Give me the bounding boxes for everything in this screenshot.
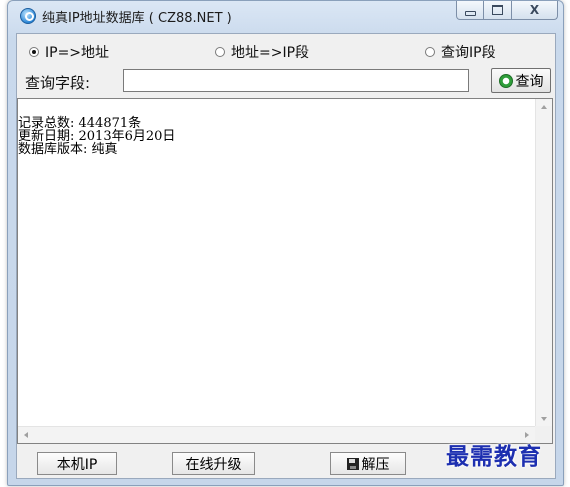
query-button[interactable]: 查询 bbox=[491, 68, 551, 93]
online-upgrade-button[interactable]: 在线升级 bbox=[172, 452, 255, 475]
maximize-button[interactable] bbox=[484, 1, 512, 20]
radio-query-ip-range-dot[interactable] bbox=[425, 47, 435, 57]
search-mode-group: IP=>地址 地址=>IP段 查询IP段 bbox=[17, 40, 555, 64]
floppy-icon bbox=[346, 457, 359, 470]
maximize-icon bbox=[492, 5, 503, 15]
watermark-text: 最需教育 bbox=[446, 443, 542, 470]
refresh-icon bbox=[498, 73, 513, 88]
query-row: 查询字段: 查询 bbox=[17, 68, 555, 94]
radio-query-ip-range[interactable]: 查询IP段 bbox=[425, 42, 496, 62]
app-window: 纯真IP地址数据库 ( CZ88.NET ) X IP=>地址 地址=>IP段 bbox=[7, 0, 564, 486]
scroll-down-icon[interactable] bbox=[541, 417, 547, 421]
scroll-left-icon[interactable] bbox=[24, 432, 28, 438]
scroll-up-icon[interactable] bbox=[541, 105, 547, 109]
radio-ip-to-address[interactable]: IP=>地址 bbox=[29, 42, 109, 62]
decompress-button-label: 解压 bbox=[361, 456, 390, 473]
minimize-button[interactable] bbox=[456, 1, 484, 20]
close-button[interactable]: X bbox=[512, 1, 558, 20]
minimize-icon bbox=[464, 10, 476, 16]
output-area[interactable]: 记录总数: 444871条 更新日期: 2013年6月20日 数据库版本: 纯真 bbox=[17, 98, 553, 444]
query-field-label: 查询字段: bbox=[25, 74, 91, 92]
local-ip-button[interactable]: 本机IP bbox=[37, 452, 117, 475]
vertical-scrollbar[interactable] bbox=[535, 99, 552, 427]
app-icon bbox=[20, 8, 36, 24]
radio-ip-to-address-dot[interactable] bbox=[29, 47, 39, 57]
window-title: 纯真IP地址数据库 ( CZ88.NET ) bbox=[42, 11, 232, 26]
radio-address-to-ip-range[interactable]: 地址=>IP段 bbox=[215, 42, 309, 62]
query-button-label: 查询 bbox=[515, 73, 544, 90]
caption-buttons: X bbox=[456, 1, 558, 21]
close-icon: X bbox=[529, 3, 540, 17]
radio-address-to-ip-range-dot[interactable] bbox=[215, 47, 225, 57]
query-input[interactable] bbox=[123, 69, 469, 92]
output-text: 记录总数: 444871条 更新日期: 2013年6月20日 数据库版本: 纯真 bbox=[18, 116, 176, 157]
decompress-button[interactable]: 解压 bbox=[330, 452, 406, 475]
radio-address-to-ip-range-label: 地址=>IP段 bbox=[231, 45, 310, 61]
client-area: IP=>地址 地址=>IP段 查询IP段 查询字段: 查询 记录总数: 4448… bbox=[16, 33, 556, 479]
radio-ip-to-address-label: IP=>地址 bbox=[45, 45, 110, 61]
radio-query-ip-range-label: 查询IP段 bbox=[441, 45, 496, 61]
title-bar[interactable]: 纯真IP地址数据库 ( CZ88.NET ) X bbox=[8, 1, 563, 31]
